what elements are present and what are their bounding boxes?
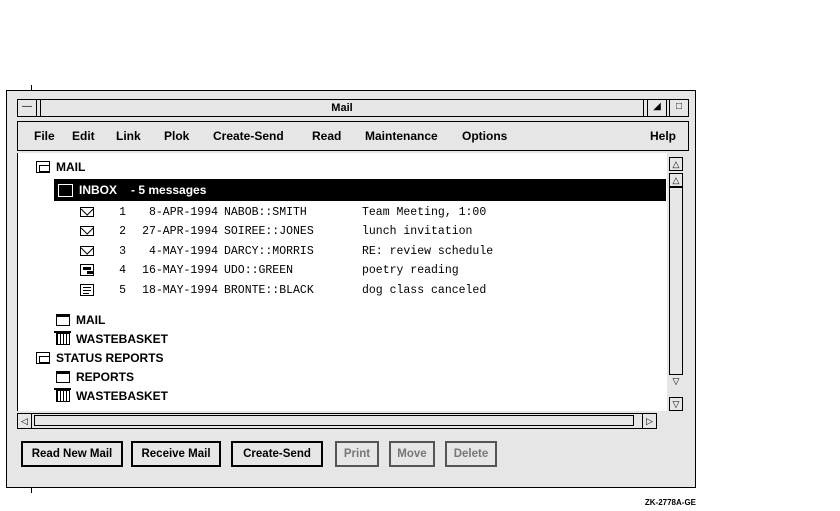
scroll-left-arrow[interactable]: ◁ [18,414,32,428]
open-folder-icon [58,183,73,197]
read-document-icon [80,264,94,276]
receive-mail-button[interactable]: Receive Mail [131,441,221,467]
message-number: 2 [119,224,126,238]
menu-create-send[interactable]: Create-Send [213,129,284,143]
folder-icon [56,371,70,383]
window-title: Mail [40,100,644,116]
tree-item-inbox-selected[interactable]: INBOX - 5 messages [54,179,666,201]
message-row[interactable]: 1 8-APR-1994 NABOB::SMITH Team Meeting, … [80,203,486,221]
message-subject: poetry reading [362,263,459,277]
action-buttons: Read New Mail Receive Mail Create-Send P… [17,441,689,471]
message-date: 27-APR-1994 [142,224,218,238]
tree-item-label: REPORTS [76,370,135,384]
minimize-button[interactable]: ◢ [647,99,667,117]
read-new-mail-button[interactable]: Read New Mail [21,441,123,467]
message-sender: SOIREE::JONES [224,224,314,238]
vertical-scrollbar[interactable]: △ △ ▽ ▽ [667,153,685,411]
message-subject: lunch invitation [362,224,473,238]
message-number: 3 [119,244,126,258]
message-number: 5 [119,283,126,297]
wastebasket-icon [54,331,71,345]
menu-maintenance[interactable]: Maintenance [365,129,438,143]
wastebasket-icon [54,388,71,402]
message-subject: RE: review schedule [362,244,494,258]
print-button[interactable]: Print [335,441,379,467]
title-bar[interactable]: — Mail ◢ □ [17,99,689,117]
message-sender: BRONTE::BLACK [224,283,314,297]
menu-link[interactable]: Link [116,129,141,143]
envelope-icon [80,226,94,236]
horizontal-scrollbar[interactable]: ◁ ▷ [17,413,657,429]
vertical-scroll-track[interactable] [669,187,683,375]
tree-item-mail[interactable]: MAIL [36,158,85,176]
message-row[interactable]: 4 16-MAY-1994 UDO::GREEN poetry reading [80,261,459,279]
message-date: 8-APR-1994 [148,205,218,219]
message-number: 4 [119,263,126,277]
frame-resize-tick[interactable] [31,85,32,91]
message-subject: dog class canceled [362,283,487,297]
tree-item-reports-wastebasket[interactable]: WASTEBASKET [54,387,169,405]
message-sender: NABOB::SMITH [224,205,307,219]
envelope-icon [80,207,94,217]
folder-icon [56,314,70,326]
move-button[interactable]: Move [389,441,435,467]
drawer-icon [36,352,50,364]
figure-code: ZK-2778A-GE [644,498,696,507]
message-row[interactable]: 3 4-MAY-1994 DARCY::MORRIS RE: review sc… [80,242,493,260]
tree-item-label: WASTEBASKET [76,332,169,346]
inbox-label: INBOX [79,183,118,197]
tree-item-label: STATUS REPORTS [56,351,164,365]
message-row[interactable]: 2 27-APR-1994 SOIREE::JONES lunch invita… [80,222,472,240]
menu-file[interactable]: File [34,129,55,143]
tree-item-label: MAIL [76,313,106,327]
delete-button[interactable]: Delete [445,441,497,467]
scroll-bottom-icon[interactable]: ▽ [669,397,683,411]
message-date: 4-MAY-1994 [148,244,218,258]
scroll-up-arrow[interactable]: △ [669,173,683,187]
horizontal-scroll-thumb[interactable] [34,415,634,426]
menu-help[interactable]: Help [650,129,676,143]
document-icon [80,284,94,296]
tree-item-status-reports[interactable]: STATUS REPORTS [36,349,164,367]
tree-item-label: MAIL [56,160,86,174]
message-subject: Team Meeting, 1:00 [362,205,487,219]
scroll-right-arrow[interactable]: ▷ [642,414,656,428]
create-send-button[interactable]: Create-Send [231,441,323,467]
envelope-icon [80,246,94,256]
menu-plok[interactable]: Plok [164,129,189,143]
menu-options[interactable]: Options [462,129,507,143]
message-row[interactable]: 5 18-MAY-1994 BRONTE::BLACK dog class ca… [80,281,486,299]
message-date: 18-MAY-1994 [142,283,218,297]
menu-edit[interactable]: Edit [72,129,95,143]
folder-tree: MAIL INBOX - 5 messages 1 8-APR-1994 NAB… [17,153,668,411]
message-sender: UDO::GREEN [224,263,294,277]
message-date: 16-MAY-1994 [142,263,218,277]
tree-item-label: WASTEBASKET [76,389,169,403]
scroll-top-icon[interactable]: △ [669,157,683,171]
open-drawer-icon [36,161,50,173]
window-menu-button[interactable]: — [17,99,37,117]
inbox-count: - 5 messages [131,183,207,197]
tree-item-reports[interactable]: REPORTS [56,368,134,386]
tree-item-mail-folder[interactable]: MAIL [56,311,105,329]
frame-resize-tick[interactable] [31,487,32,493]
menu-read[interactable]: Read [312,129,341,143]
menu-bar: File Edit Link Plok Create-Send Read Mai… [17,121,689,151]
maximize-button[interactable]: □ [669,99,689,117]
message-sender: DARCY::MORRIS [224,244,314,258]
tree-item-wastebasket[interactable]: WASTEBASKET [54,330,169,348]
mail-window: — Mail ◢ □ File Edit Link Plok Create-Se… [6,85,696,493]
scroll-down-arrow[interactable]: ▽ [669,375,683,389]
message-number: 1 [119,205,126,219]
